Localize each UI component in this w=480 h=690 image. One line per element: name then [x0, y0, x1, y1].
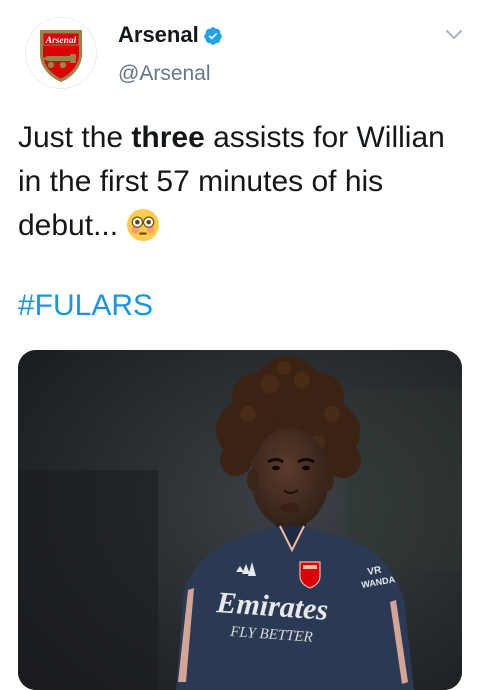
- verified-badge-icon: [204, 27, 222, 45]
- player-photo-image: Emirates FLY BETTER VR WANDA: [18, 350, 462, 690]
- hashtag-link[interactable]: #FULARS: [18, 284, 153, 328]
- author-handle[interactable]: @Arsenal: [118, 62, 211, 86]
- kit-badge-icon: [299, 561, 321, 589]
- tweet-photo[interactable]: Emirates FLY BETTER VR WANDA: [18, 350, 462, 690]
- tweet-text-part: Just the: [18, 121, 132, 154]
- arsenal-crest-icon: Arsenal: [26, 18, 96, 88]
- avatar[interactable]: Arsenal: [26, 18, 96, 88]
- chevron-down-icon[interactable]: [444, 28, 464, 42]
- tweet-header: Arsenal Arsenal @Arsenal: [0, 0, 480, 100]
- svg-text:Arsenal: Arsenal: [45, 36, 77, 46]
- tweet-text-bold: three: [131, 121, 205, 154]
- flushed-face-emoji-icon: [127, 208, 160, 242]
- tweet-text: Just the three assists for Willian in th…: [18, 116, 458, 248]
- author-display-name[interactable]: Arsenal: [118, 22, 199, 48]
